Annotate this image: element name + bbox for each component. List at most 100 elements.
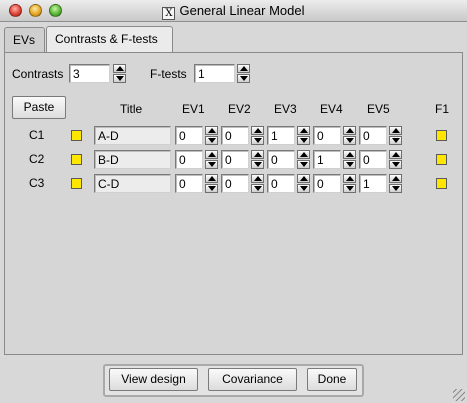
view-design-button[interactable]: View design (109, 368, 198, 391)
ev5-stepper[interactable] (389, 150, 402, 169)
increment-icon[interactable] (297, 174, 310, 183)
f1-checkbox[interactable] (436, 178, 447, 189)
decrement-icon[interactable] (251, 160, 264, 169)
ev5-input[interactable]: 1 (359, 174, 387, 193)
contrasts-label: Contrasts (12, 67, 64, 81)
decrement-icon[interactable] (343, 160, 356, 169)
ev5-input[interactable]: 0 (359, 150, 387, 169)
paste-button[interactable]: Paste (12, 96, 66, 119)
decrement-icon[interactable] (297, 184, 310, 193)
ftests-count-stepper[interactable] (237, 64, 250, 83)
ev3-stepper[interactable] (297, 174, 310, 193)
increment-icon[interactable] (389, 150, 402, 159)
window-title: General Linear Model (179, 3, 305, 18)
decrement-icon[interactable] (205, 160, 218, 169)
column-header-ev5: EV5 (367, 102, 390, 116)
ev1-input[interactable]: 0 (175, 174, 203, 193)
ev1-input[interactable]: 0 (175, 150, 203, 169)
tab-evs[interactable]: EVs (4, 27, 45, 52)
increment-icon[interactable] (389, 174, 402, 183)
contrast-label: C3 (29, 176, 45, 190)
covariance-button[interactable]: Covariance (208, 368, 297, 391)
contrasts-count-stepper[interactable] (113, 64, 126, 83)
ev1-stepper[interactable] (205, 174, 218, 193)
contrast-title-input[interactable]: C-D (94, 174, 171, 193)
column-header-ev1: EV1 (182, 102, 205, 116)
increment-icon[interactable] (343, 150, 356, 159)
resize-grip-icon[interactable] (453, 389, 465, 401)
column-header-title: Title (120, 102, 143, 116)
increment-icon[interactable] (251, 126, 264, 135)
f1-checkbox[interactable] (436, 154, 447, 165)
increment-icon[interactable] (205, 126, 218, 135)
decrement-icon[interactable] (237, 74, 250, 83)
increment-icon[interactable] (343, 174, 356, 183)
ev5-input[interactable]: 0 (359, 126, 387, 145)
x11-icon: X (162, 7, 176, 20)
increment-icon[interactable] (205, 150, 218, 159)
column-header-ev3: EV3 (274, 102, 297, 116)
increment-icon[interactable] (297, 150, 310, 159)
contrasts-count-input[interactable]: 3 (69, 64, 110, 83)
ev2-input[interactable]: 0 (221, 126, 249, 145)
ev4-input[interactable]: 0 (313, 126, 341, 145)
tab-contrasts-f-tests[interactable]: Contrasts & F-tests (46, 26, 173, 53)
title-bar: X General Linear Model (0, 0, 467, 22)
ev2-input[interactable]: 0 (221, 174, 249, 193)
ev3-input[interactable]: 1 (267, 126, 295, 145)
decrement-icon[interactable] (251, 136, 264, 145)
decrement-icon[interactable] (343, 136, 356, 145)
f1-checkbox[interactable] (436, 130, 447, 141)
contrast-enable-checkbox[interactable] (71, 154, 82, 165)
column-header-f1: F1 (435, 102, 450, 116)
column-header-ev2: EV2 (228, 102, 251, 116)
contrast-title-input[interactable]: B-D (94, 150, 171, 169)
ev2-stepper[interactable] (251, 126, 264, 145)
decrement-icon[interactable] (389, 160, 402, 169)
decrement-icon[interactable] (205, 184, 218, 193)
ev4-stepper[interactable] (343, 150, 356, 169)
contrasts-panel: Contrasts 3 F-tests 1 Paste Title EV1 EV… (4, 52, 463, 355)
ftests-count-input[interactable]: 1 (194, 64, 235, 83)
ev1-stepper[interactable] (205, 126, 218, 145)
decrement-icon[interactable] (205, 136, 218, 145)
ev4-input[interactable]: 1 (313, 150, 341, 169)
window-title-area: X General Linear Model (0, 3, 467, 20)
ev2-stepper[interactable] (251, 174, 264, 193)
ev4-input[interactable]: 0 (313, 174, 341, 193)
decrement-icon[interactable] (389, 136, 402, 145)
ev4-stepper[interactable] (343, 174, 356, 193)
increment-icon[interactable] (205, 174, 218, 183)
ev1-stepper[interactable] (205, 150, 218, 169)
ev3-input[interactable]: 0 (267, 174, 295, 193)
decrement-icon[interactable] (297, 160, 310, 169)
increment-icon[interactable] (297, 126, 310, 135)
ev3-input[interactable]: 0 (267, 150, 295, 169)
ev1-input[interactable]: 0 (175, 126, 203, 145)
decrement-icon[interactable] (251, 184, 264, 193)
ev5-stepper[interactable] (389, 174, 402, 193)
decrement-icon[interactable] (343, 184, 356, 193)
decrement-icon[interactable] (113, 74, 126, 83)
increment-icon[interactable] (251, 174, 264, 183)
contrast-label: C1 (29, 128, 45, 142)
ev4-stepper[interactable] (343, 126, 356, 145)
increment-icon[interactable] (113, 64, 126, 73)
ev2-stepper[interactable] (251, 150, 264, 169)
done-button[interactable]: Done (307, 368, 357, 391)
contrast-title-input[interactable]: A-D (94, 126, 171, 145)
contrast-enable-checkbox[interactable] (71, 130, 82, 141)
increment-icon[interactable] (251, 150, 264, 159)
ev2-input[interactable]: 0 (221, 150, 249, 169)
increment-icon[interactable] (237, 64, 250, 73)
contrast-enable-checkbox[interactable] (71, 178, 82, 189)
increment-icon[interactable] (389, 126, 402, 135)
increment-icon[interactable] (343, 126, 356, 135)
ev3-stepper[interactable] (297, 150, 310, 169)
decrement-icon[interactable] (297, 136, 310, 145)
contrast-label: C2 (29, 152, 45, 166)
ev3-stepper[interactable] (297, 126, 310, 145)
ev5-stepper[interactable] (389, 126, 402, 145)
decrement-icon[interactable] (389, 184, 402, 193)
column-header-ev4: EV4 (320, 102, 343, 116)
